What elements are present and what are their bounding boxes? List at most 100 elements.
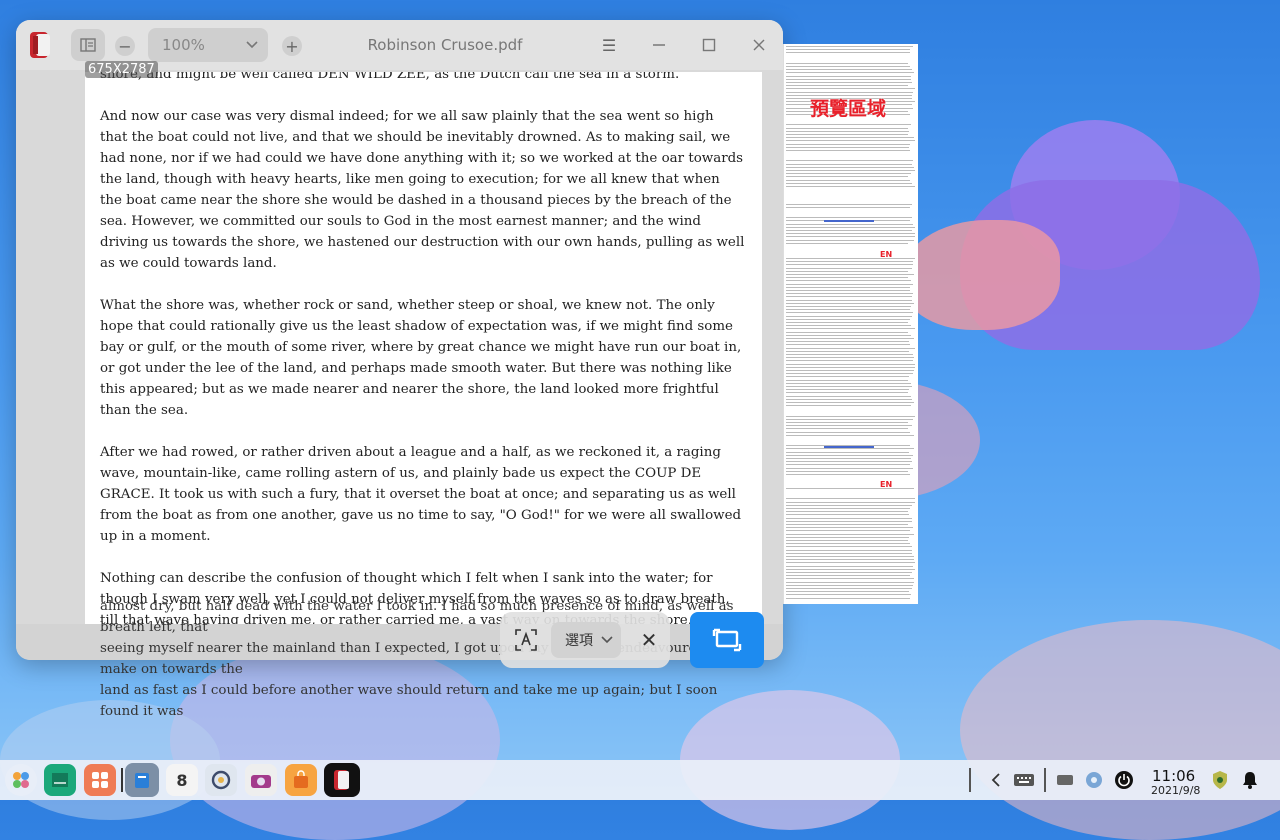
preview-text-line <box>786 553 912 554</box>
preview-text-line <box>786 167 914 168</box>
preview-text-line <box>786 396 911 397</box>
text-recognition-icon <box>514 628 538 652</box>
paragraph: shore, and might be well called DEN WILD… <box>100 72 745 85</box>
calendar-icon: 8 <box>176 771 187 790</box>
preview-text-line <box>786 160 913 161</box>
paragraph: What the shore was, whether rock or sand… <box>100 295 745 421</box>
app-store-button[interactable] <box>84 764 116 796</box>
preview-text-line <box>786 370 914 371</box>
taskbar-divider <box>121 768 123 792</box>
preview-text-line <box>786 380 908 381</box>
zoom-out-button[interactable]: − <box>115 36 135 56</box>
preview-text-line <box>786 261 913 262</box>
preview-text-line <box>786 464 910 465</box>
store-button[interactable] <box>285 764 317 796</box>
preview-text-line <box>786 556 914 557</box>
preview-text-line <box>786 594 911 595</box>
preview-text-line <box>786 357 914 358</box>
preview-text-line <box>786 170 915 171</box>
preview-text-line <box>786 425 912 426</box>
ocr-button[interactable] <box>510 624 542 656</box>
preview-text-line <box>786 582 914 583</box>
chevron-down-icon <box>236 28 268 62</box>
preview-text-line <box>786 360 913 361</box>
menu-icon: ☰ <box>602 36 616 55</box>
zoom-in-button[interactable]: + <box>282 36 302 56</box>
minimize-button[interactable] <box>646 32 672 58</box>
preview-text-line <box>786 52 910 53</box>
preview-text-line <box>786 461 912 462</box>
selection-size-label: 675X2787 <box>85 61 158 78</box>
preview-text-line <box>786 338 914 339</box>
preview-text-line <box>786 458 911 459</box>
maximize-icon <box>702 38 716 52</box>
preview-text-line <box>786 511 908 512</box>
terminal-icon <box>50 770 70 790</box>
document-viewer-taskbar-button[interactable] <box>324 763 360 797</box>
preview-text-line <box>786 88 915 89</box>
document-viewer-icon <box>332 768 352 792</box>
preview-text-line <box>786 419 913 420</box>
system-monitor-button[interactable] <box>205 764 237 796</box>
preview-region-label: 預覽區域 <box>810 94 886 121</box>
preview-text-line <box>786 402 914 403</box>
chevron-left-icon <box>991 773 1001 787</box>
preview-text-line <box>786 290 910 291</box>
main-menu-button[interactable]: ☰ <box>596 32 622 58</box>
preview-text-line <box>786 322 908 323</box>
preview-text-line <box>786 150 910 151</box>
preview-text-line <box>786 428 908 429</box>
notifications-button[interactable] <box>1234 764 1266 796</box>
screenshot-toolbar: 選項 ✕ <box>500 612 670 668</box>
preview-text-line <box>786 300 912 301</box>
calendar-button[interactable]: 8 <box>166 764 198 796</box>
preview-text-line <box>786 140 915 141</box>
preview-text-line <box>786 306 911 307</box>
clock-date[interactable]: 2021/9/8 <box>1151 784 1200 797</box>
camera-icon <box>250 771 272 789</box>
preview-text-line <box>786 224 913 225</box>
close-icon: ✕ <box>641 628 658 652</box>
preview-page-logo: EN <box>880 250 914 258</box>
zoom-select[interactable]: 100% <box>148 28 268 62</box>
preview-text-line <box>786 186 915 187</box>
maximize-button[interactable] <box>696 32 722 58</box>
preview-text-line <box>786 373 913 374</box>
document-page[interactable]: shore, and might be well called DEN WILD… <box>85 72 762 624</box>
preview-footer-link <box>824 446 874 448</box>
preview-text-line <box>786 85 908 86</box>
document-viewer-window: − 100% + Robinson Crusoe.pdf ☰ shore, an… <box>16 20 783 660</box>
preview-text-line <box>786 92 913 93</box>
preview-text-line <box>786 351 909 352</box>
cancel-capture-button[interactable]: ✕ <box>635 626 663 654</box>
clock-time[interactable]: 11:06 <box>1152 767 1195 785</box>
preview-text-line <box>786 236 915 237</box>
preview-text-line <box>786 422 908 423</box>
keyboard-button[interactable] <box>1008 764 1040 796</box>
power-button[interactable] <box>1108 764 1140 796</box>
thumbnail-toggle-button[interactable] <box>71 29 105 61</box>
preview-text-line <box>786 527 913 528</box>
window-title: Robinson Crusoe.pdf <box>336 36 554 54</box>
grid-apps-icon <box>90 770 110 790</box>
capture-button[interactable] <box>690 612 764 668</box>
preview-page-logo: EN <box>880 480 914 488</box>
input-method-button[interactable] <box>1049 764 1081 796</box>
camera-button[interactable] <box>245 764 277 796</box>
options-dropdown[interactable]: 選項 <box>551 622 621 658</box>
close-icon <box>752 38 766 52</box>
close-button[interactable] <box>746 32 772 58</box>
network-button[interactable] <box>1078 764 1110 796</box>
preview-text-line <box>786 240 914 241</box>
text-line: land as fast as I could before another w… <box>100 680 740 722</box>
wallpaper-cloud <box>900 220 1060 330</box>
preview-text-line <box>786 293 913 294</box>
launcher-button[interactable] <box>5 764 37 796</box>
file-manager-button[interactable] <box>125 763 159 797</box>
security-button[interactable] <box>1204 764 1236 796</box>
preview-text-line <box>786 530 910 531</box>
preview-text-line <box>786 546 912 547</box>
multitasking-button[interactable] <box>44 764 76 796</box>
preview-text-line <box>786 72 914 73</box>
preview-text-line <box>786 183 912 184</box>
